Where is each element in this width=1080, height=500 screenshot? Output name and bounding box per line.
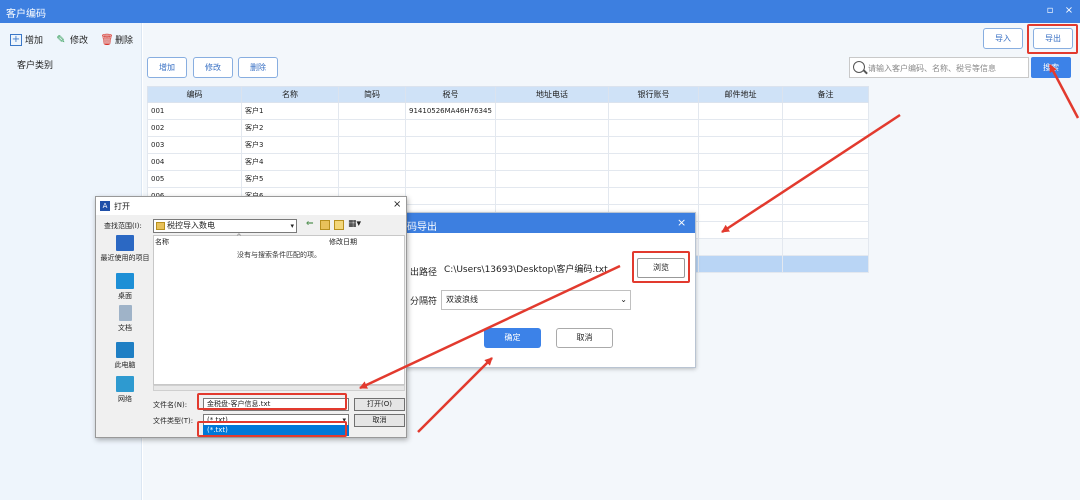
- arrow-to-export: [1048, 64, 1080, 119]
- arrow-to-filename: [359, 264, 621, 390]
- annotation-arrows: [359, 64, 1080, 433]
- arrow-to-confirm: [417, 357, 493, 433]
- arrow-to-export-dialog: [721, 113, 901, 234]
